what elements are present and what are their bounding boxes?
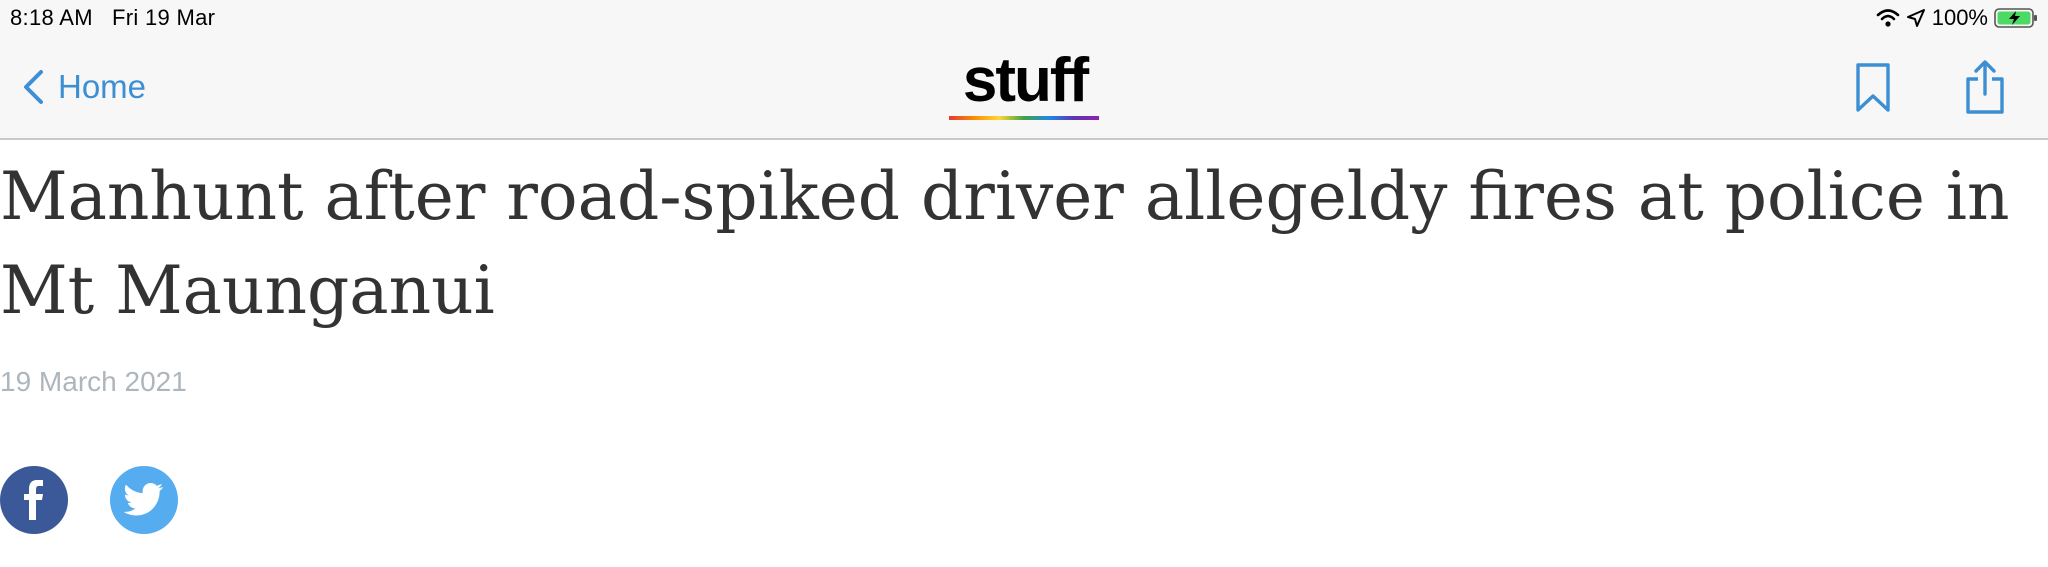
twitter-icon bbox=[124, 483, 163, 516]
back-label: Home bbox=[58, 68, 147, 105]
battery-charging-icon bbox=[1994, 8, 2037, 28]
wifi-icon bbox=[1876, 9, 1900, 27]
navigation-bar: Home stuff bbox=[0, 36, 2048, 140]
share-button[interactable] bbox=[1964, 60, 2006, 121]
back-home-button[interactable]: Home bbox=[22, 68, 146, 106]
facebook-share-button[interactable] bbox=[0, 466, 68, 534]
social-share-buttons bbox=[0, 466, 178, 534]
stuff-logo: stuff bbox=[948, 50, 1102, 124]
facebook-icon bbox=[24, 480, 43, 520]
status-bar: 8:18 AM Fri 19 Mar 100% bbox=[0, 0, 2048, 36]
bookmark-button[interactable] bbox=[1854, 62, 1892, 119]
location-arrow-icon bbox=[1906, 9, 1925, 27]
share-icon bbox=[1966, 60, 2004, 114]
article-date: 19 March 2021 bbox=[0, 366, 187, 397]
status-time-date: 8:18 AM Fri 19 Mar bbox=[10, 5, 216, 30]
article-headline: Manhunt after road-spiked driver allegel… bbox=[0, 158, 2010, 329]
twitter-share-button[interactable] bbox=[110, 466, 178, 534]
chevron-left-icon bbox=[24, 70, 43, 104]
bookmark-icon bbox=[1856, 63, 1890, 112]
status-indicators: 100% bbox=[1876, 4, 2038, 32]
logo-rainbow-underline bbox=[949, 116, 1099, 120]
battery-percent: 100% bbox=[1931, 5, 1988, 30]
logo-text: stuff bbox=[962, 46, 1089, 115]
